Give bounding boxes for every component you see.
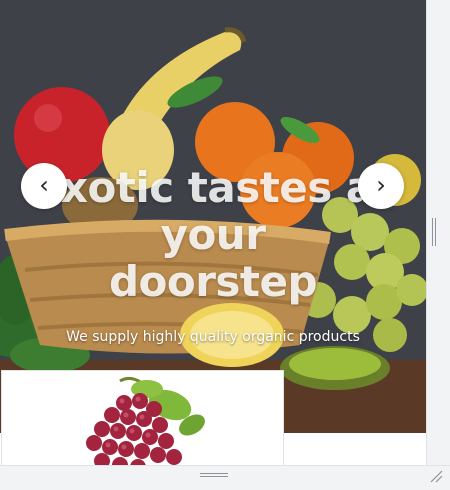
- chevron-left-icon: ‹: [39, 171, 49, 199]
- vertical-scrollbar[interactable]: [426, 0, 450, 465]
- page-viewport: Exotic tastes at your doorstep We supply…: [0, 0, 426, 465]
- vertical-resize-grip-icon[interactable]: [432, 218, 438, 246]
- hero-title-line-3: doorstep: [108, 257, 318, 306]
- hero-title-line-2: your: [160, 210, 266, 259]
- hero-subtitle: We supply highly quality organic product…: [66, 329, 360, 345]
- hero-slider: Exotic tastes at your doorstep We supply…: [0, 0, 426, 433]
- chevron-right-icon: ›: [376, 171, 386, 199]
- product-card[interactable]: [1, 370, 284, 465]
- grapes-image: [86, 376, 205, 465]
- carousel-prev-button[interactable]: ‹: [21, 163, 67, 209]
- horizontal-resize-grip-icon[interactable]: [200, 473, 228, 479]
- resize-handle-icon[interactable]: [428, 468, 444, 484]
- carousel-next-button[interactable]: ›: [358, 163, 404, 209]
